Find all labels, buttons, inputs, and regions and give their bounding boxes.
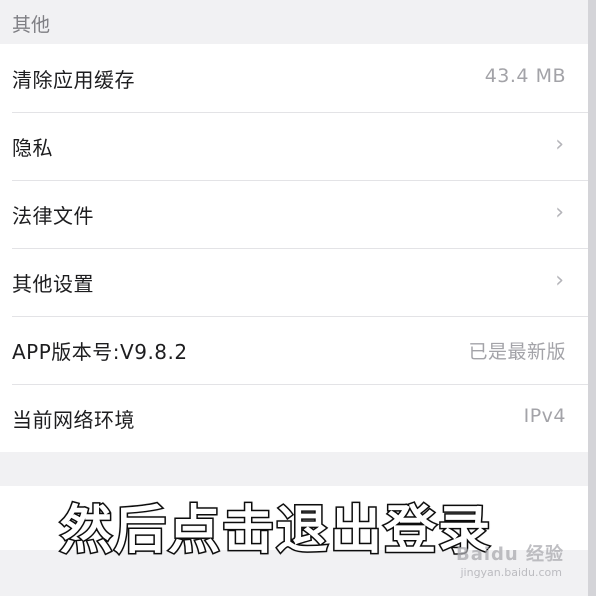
app-version-label: APP版本号:V9.8.2 <box>12 340 188 364</box>
cache-size-value: 43.4 MB <box>484 65 566 87</box>
app-version-row[interactable]: APP版本号:V9.8.2 已是最新版 <box>0 316 588 384</box>
clear-cache-row[interactable]: 清除应用缓存 43.4 MB <box>0 44 588 112</box>
settings-list: 清除应用缓存 43.4 MB 隐私 › 法律文件 › 其他设置 › APP版本号… <box>0 44 588 452</box>
watermark-url: jingyan.baidu.com <box>460 566 562 579</box>
other-settings-row[interactable]: 其他设置 › <box>0 248 588 316</box>
network-environment-label: 当前网络环境 <box>12 408 135 432</box>
video-subtitle: 然后点击退出登录 <box>58 500 493 563</box>
chevron-right-icon: › <box>555 132 564 157</box>
section-gap <box>0 452 588 486</box>
settings-screen: 其他 清除应用缓存 43.4 MB 隐私 › 法律文件 › 其他设置 › APP… <box>0 0 596 596</box>
clear-cache-label: 清除应用缓存 <box>12 68 135 92</box>
privacy-row[interactable]: 隐私 › <box>0 112 588 180</box>
section-title: 其他 <box>12 14 51 36</box>
network-value: IPv4 <box>523 405 566 427</box>
section-header: 其他 <box>0 0 588 44</box>
version-status-value: 已是最新版 <box>468 341 566 363</box>
baidu-watermark: Baidu 经验 <box>455 544 564 565</box>
other-settings-label: 其他设置 <box>12 272 94 296</box>
legal-documents-row[interactable]: 法律文件 › <box>0 180 588 248</box>
frame-edge <box>588 0 596 596</box>
chevron-right-icon: › <box>555 268 564 293</box>
network-environment-row: 当前网络环境 IPv4 <box>0 384 588 452</box>
privacy-label: 隐私 <box>12 136 53 160</box>
legal-documents-label: 法律文件 <box>12 204 94 228</box>
chevron-right-icon: › <box>555 200 564 225</box>
